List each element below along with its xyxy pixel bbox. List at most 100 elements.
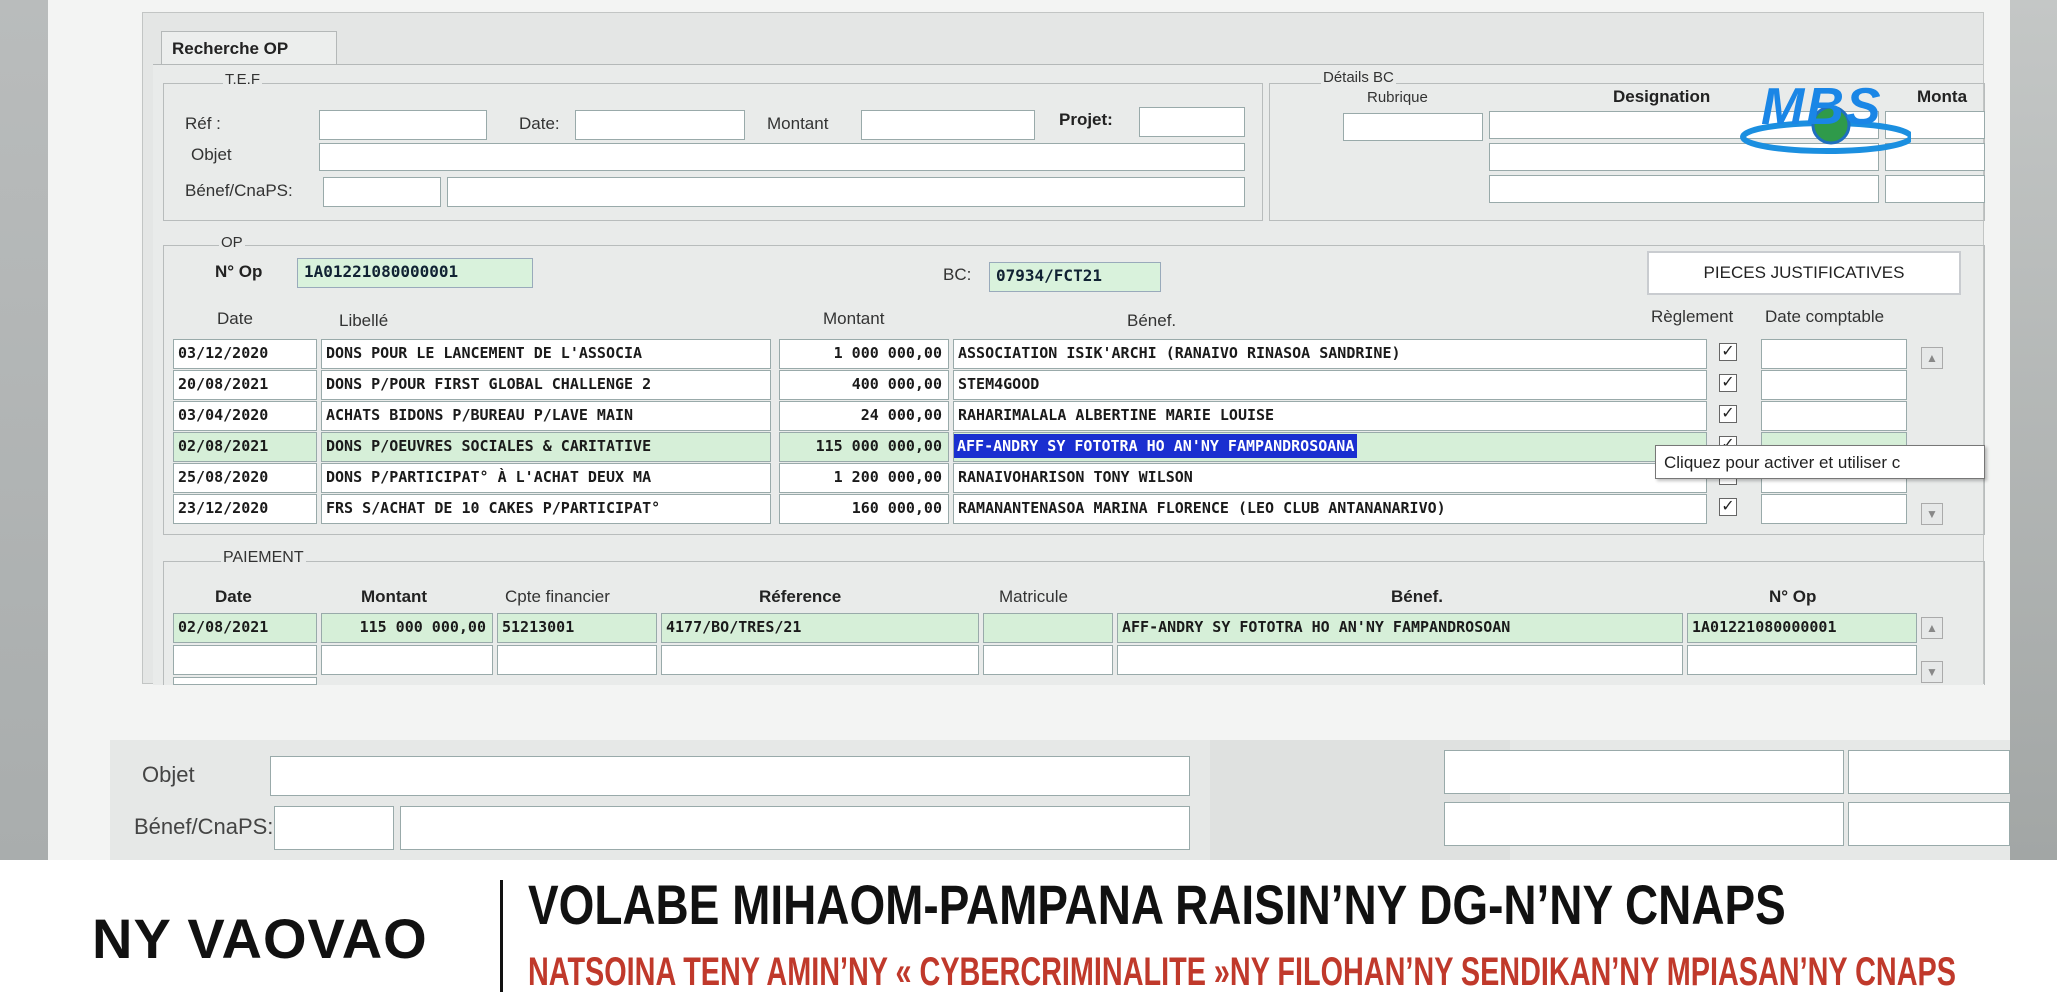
rubrique-input[interactable] [1343,113,1483,141]
op-scroll-up-button[interactable]: ▲ [1921,347,1943,369]
pay-empty-3[interactable] [497,645,657,675]
op-row-4-libelle[interactable]: DONS P/PARTICIPAT° À L'ACHAT DEUX MA [321,463,771,493]
op-row-3-montant[interactable]: 115 000 000,00 [779,432,949,462]
tab-recherche-op[interactable]: Recherche OP [161,31,337,65]
pay-row-date[interactable]: 02/08/2021 [173,613,317,643]
montant-label: Montant [767,114,829,133]
lower-objet-input[interactable] [270,756,1190,796]
pay-row-matricule[interactable] [983,613,1113,643]
bc-field[interactable]: 07934/FCT21 [989,262,1161,292]
benef-code-input[interactable] [323,177,441,207]
op-row-5-montant[interactable]: 160 000,00 [779,494,949,524]
montant-input[interactable] [861,110,1035,140]
pay-row-numero[interactable]: 1A01221080000001 [1687,613,1917,643]
pay-col-numero: N° Op [1769,587,1817,606]
lower-objet-label: Objet [142,762,195,787]
projet-label: Projet: [1059,110,1113,129]
news-banner: NY VAOVAO VOLABE MIHAOM-PAMPANA RAISIN’N… [0,860,2057,1008]
op-row-1-montant[interactable]: 400 000,00 [779,370,949,400]
pay-col-cpte: Cpte financier [505,587,610,606]
op-scroll-down-button[interactable]: ▼ [1921,503,1943,525]
date-label: Date: [519,114,560,133]
app-window: Recherche OP T.E.F Réf : Date: Montant P… [142,12,1985,685]
pieces-justificatives-button[interactable]: PIECES JUSTIFICATIVES [1647,251,1961,295]
op-row-2-benef[interactable]: RAHARIMALALA ALBERTINE MARIE LOUISE [953,401,1707,431]
op-row-1-libelle[interactable]: DONS P/POUR FIRST GLOBAL CHALLENGE 2 [321,370,771,400]
benef-name-input[interactable] [447,177,1245,207]
ref-input[interactable] [319,110,487,140]
lower-right-input-3[interactable] [1444,802,1844,846]
op-row-5-libelle[interactable]: FRS S/ACHAT DE 10 CAKES P/PARTICIPAT° [321,494,771,524]
op-row-0-date[interactable]: 03/12/2020 [173,339,317,369]
designation-input-3[interactable] [1489,175,1879,203]
op-row-5-benef[interactable]: RAMANANTENASOA MARINA FLORENCE (LEO CLUB… [953,494,1707,524]
montant-input-3[interactable] [1885,175,1985,203]
op-row-1-reglement-checkbox[interactable]: ✓ [1719,374,1737,392]
date-input[interactable] [575,110,745,140]
background-right [2010,0,2057,860]
op-col-reglement: Règlement [1651,307,1734,326]
tooltip-text: Cliquez pour activer et utiliser c [1664,453,1901,472]
op-col-libelle: Libellé [339,311,389,330]
op-row-2-libelle[interactable]: ACHATS BIDONS P/BUREAU P/LAVE MAIN [321,401,771,431]
pay-row-montant[interactable]: 115 000 000,00 [321,613,493,643]
news-separator [500,880,503,992]
op-row-4-benef[interactable]: RANAIVOHARISON TONY WILSON [953,463,1707,493]
designation-label: Designation [1613,87,1711,106]
op-row-5-date[interactable]: 23/12/2020 [173,494,317,524]
objet-input[interactable] [319,143,1245,171]
op-row-1-benef[interactable]: STEM4GOOD [953,370,1707,400]
lower-right-input-1[interactable] [1444,750,1844,794]
op-row-0-montant[interactable]: 1 000 000,00 [779,339,949,369]
op-row-0-libelle[interactable]: DONS POUR LE LANCEMENT DE L'ASSOCIA [321,339,771,369]
op-row-3-date[interactable]: 02/08/2021 [173,432,317,462]
pay-empty-6[interactable] [1117,645,1683,675]
op-col-montant: Montant [823,309,885,328]
lower-right-input-2[interactable] [1848,750,2010,794]
pay-empty-7[interactable] [1687,645,1917,675]
numero-op-label: N° Op [215,262,263,281]
pay-col-date: Date [215,587,252,606]
details-bc-label: Détails BC [1321,69,1396,86]
op-row-1-date[interactable]: 20/08/2021 [173,370,317,400]
op-row-2-montant[interactable]: 24 000,00 [779,401,949,431]
pay-empty-8[interactable] [173,677,317,685]
lower-form: Objet Bénef/CnaPS: [110,740,2010,860]
op-row-5-date-comptable[interactable] [1761,494,1907,524]
op-row-3-benef-cell[interactable]: AFF-ANDRY SY FOTOTRA HO AN'NY FAMPANDROS… [953,432,1707,462]
pieces-button-label: PIECES JUSTIFICATIVES [1703,263,1905,282]
lower-right-input-4[interactable] [1848,802,2010,846]
op-row-4-date[interactable]: 25/08/2020 [173,463,317,493]
op-row-2-date-comptable[interactable] [1761,401,1907,431]
lower-benef-name-input[interactable] [400,806,1190,850]
op-row-3-libelle[interactable]: DONS P/OEUVRES SOCIALES & CARITATIVE [321,432,771,462]
pay-row-cpte[interactable]: 51213001 [497,613,657,643]
pay-empty-2[interactable] [321,645,493,675]
op-row-5-reglement-checkbox[interactable]: ✓ [1719,498,1737,516]
projet-input[interactable] [1139,107,1245,137]
tooltip: Cliquez pour activer et utiliser c [1655,445,1985,479]
pay-row-reference[interactable]: 4177/BO/TRES/21 [661,613,979,643]
op-row-2-reglement-checkbox[interactable]: ✓ [1719,405,1737,423]
pay-scroll-up-button[interactable]: ▲ [1921,617,1943,639]
lower-benef-code-input[interactable] [274,806,394,850]
op-col-date-comptable: Date comptable [1765,307,1885,326]
pay-col-matricule: Matricule [999,587,1068,606]
montant-header-label: Monta [1917,87,1968,106]
pay-scroll-down-button[interactable]: ▼ [1921,661,1943,683]
pay-empty-4[interactable] [661,645,979,675]
pay-empty-1[interactable] [173,645,317,675]
pay-empty-5[interactable] [983,645,1113,675]
pay-row-benef[interactable]: AFF-ANDRY SY FOTOTRA HO AN'NY FAMPANDROS… [1117,613,1683,643]
numero-op-field[interactable]: 1A01221080000001 [297,258,533,288]
logo-text: MBS [1761,78,1883,136]
op-row-0-benef[interactable]: ASSOCIATION ISIK'ARCHI (RANAIVO RINASOA … [953,339,1707,369]
op-row-4-montant[interactable]: 1 200 000,00 [779,463,949,493]
tab-label: Recherche OP [172,39,289,58]
op-row-1-date-comptable[interactable] [1761,370,1907,400]
op-row-2-date[interactable]: 03/04/2020 [173,401,317,431]
benef-label: Bénef/CnaPS: [185,181,293,200]
pay-col-montant: Montant [361,587,428,606]
op-row-0-reglement-checkbox[interactable]: ✓ [1719,343,1737,361]
op-row-0-date-comptable[interactable] [1761,339,1907,369]
